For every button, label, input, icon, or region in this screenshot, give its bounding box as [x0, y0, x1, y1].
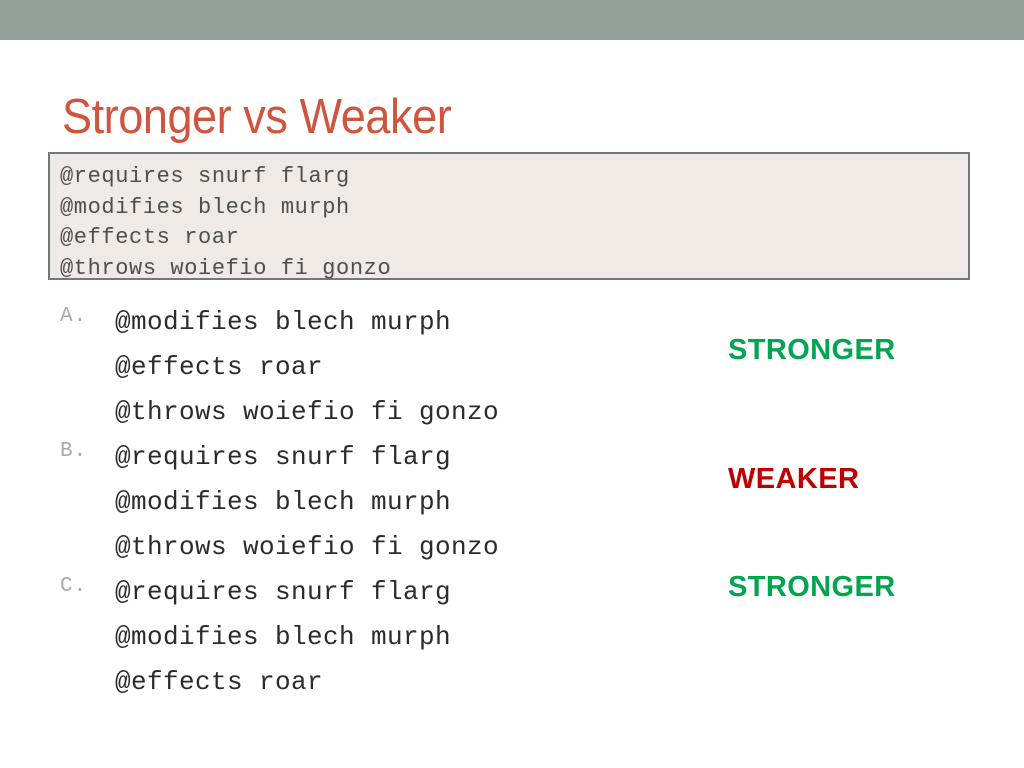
spec-line: @effects roar	[60, 225, 240, 250]
verdict-label-c: STRONGER	[728, 571, 896, 603]
answer-body: @modifies blech murph @effects roar @thr…	[115, 300, 708, 435]
answer-line: @effects roar	[115, 667, 324, 697]
specification-box: @requires snurf flarg @modifies blech mu…	[48, 152, 970, 281]
answer-line: @modifies blech murph	[115, 307, 452, 337]
theme-accent-bar	[0, 0, 1024, 40]
list-item: C. @requires snurf flarg @modifies blech…	[48, 570, 708, 705]
verdict-label-b: WEAKER	[728, 463, 860, 495]
answer-list: A. @modifies blech murph @effects roar @…	[48, 300, 708, 705]
answer-letter: B.	[60, 440, 88, 463]
spec-line: @throws woiefio fi gonzo	[60, 255, 392, 281]
answer-letter: A.	[60, 305, 88, 328]
answer-line: @requires snurf flarg	[115, 442, 452, 472]
spec-line: @requires snurf flarg	[60, 164, 350, 189]
answer-line: @throws woiefio fi gonzo	[115, 397, 500, 427]
answer-line: @effects roar	[115, 352, 324, 382]
list-item: B. @requires snurf flarg @modifies blech…	[48, 435, 708, 570]
verdict-label-a: STRONGER	[728, 334, 896, 366]
answer-line: @throws woiefio fi gonzo	[115, 532, 500, 562]
answer-body: @requires snurf flarg @modifies blech mu…	[115, 435, 708, 570]
answer-body: @requires snurf flarg @modifies blech mu…	[115, 570, 708, 705]
page-title: Stronger vs Weaker	[62, 90, 452, 144]
answer-line: @modifies blech murph	[115, 622, 452, 652]
spec-line: @modifies blech murph	[60, 194, 350, 220]
answer-line: @requires snurf flarg	[115, 577, 452, 607]
answer-letter: C.	[60, 575, 88, 598]
list-item: A. @modifies blech murph @effects roar @…	[48, 300, 708, 435]
answer-line: @modifies blech murph	[115, 487, 452, 517]
